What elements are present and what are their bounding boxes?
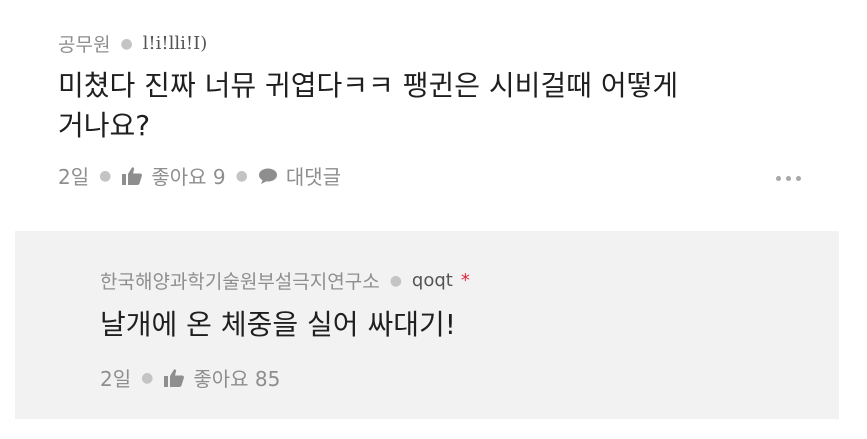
reply-button[interactable]: 대댓글 [258, 161, 341, 190]
reply-like-button[interactable]: 좋아요 85 [163, 363, 280, 392]
like-button[interactable]: 좋아요 9 [121, 161, 226, 190]
reply-comment: 한국해양과학기술원부설극지연구소 ● qoqt * 날개에 온 체중을 실어 싸… [15, 231, 839, 419]
comment-meta: 공무원 ● l!i!lli!I) [58, 30, 207, 57]
comment-time: 2일 [58, 165, 90, 189]
separator-dot: ● [235, 167, 248, 184]
author-badge: * [460, 270, 470, 291]
comment-text-line: 거나요? [58, 109, 151, 142]
like-count: 좋아요 9 [151, 165, 226, 189]
reply-label: 대댓글 [285, 165, 342, 189]
comment-nickname[interactable]: l!i!lli!I) [143, 33, 208, 54]
separator-dot: ● [141, 369, 154, 386]
speech-bubble-icon [258, 167, 278, 185]
more-dots-icon[interactable] [776, 176, 801, 181]
separator-dot: ● [120, 35, 133, 52]
reply-time: 2일 [100, 367, 132, 391]
reply-meta: 한국해양과학기술원부설극지연구소 ● qoqt * [100, 267, 470, 294]
thumbs-up-icon [163, 368, 185, 388]
separator-dot: ● [99, 167, 112, 184]
comment: 공무원 ● l!i!lli!I) 미쳤다 진짜 너뮤 귀엽다ㅋㅋ 팽귄은 시비걸… [0, 0, 867, 215]
reply-nickname[interactable]: qoqt [412, 270, 453, 291]
separator-dot: ● [389, 272, 402, 289]
reply-actions: 2일 ● 좋아요 85 [100, 363, 280, 392]
comment-body: 미쳤다 진짜 너뮤 귀엽다ㅋㅋ 팽귄은 시비걸때 어떻게 거나요? [58, 66, 778, 146]
comment-text-line: 미쳤다 진짜 너뮤 귀엽다ㅋㅋ 팽귄은 시비걸때 어떻게 [58, 69, 679, 102]
reply-body: 날개에 온 체중을 실어 싸대기! [100, 308, 456, 341]
reply-author[interactable]: 한국해양과학기술원부설극지연구소 [100, 267, 380, 294]
comment-actions: 2일 ● 좋아요 9 ● 대댓글 [58, 161, 341, 190]
reply-like-count: 좋아요 85 [193, 367, 281, 391]
comment-author[interactable]: 공무원 [58, 30, 110, 57]
thumbs-up-icon [121, 166, 143, 186]
